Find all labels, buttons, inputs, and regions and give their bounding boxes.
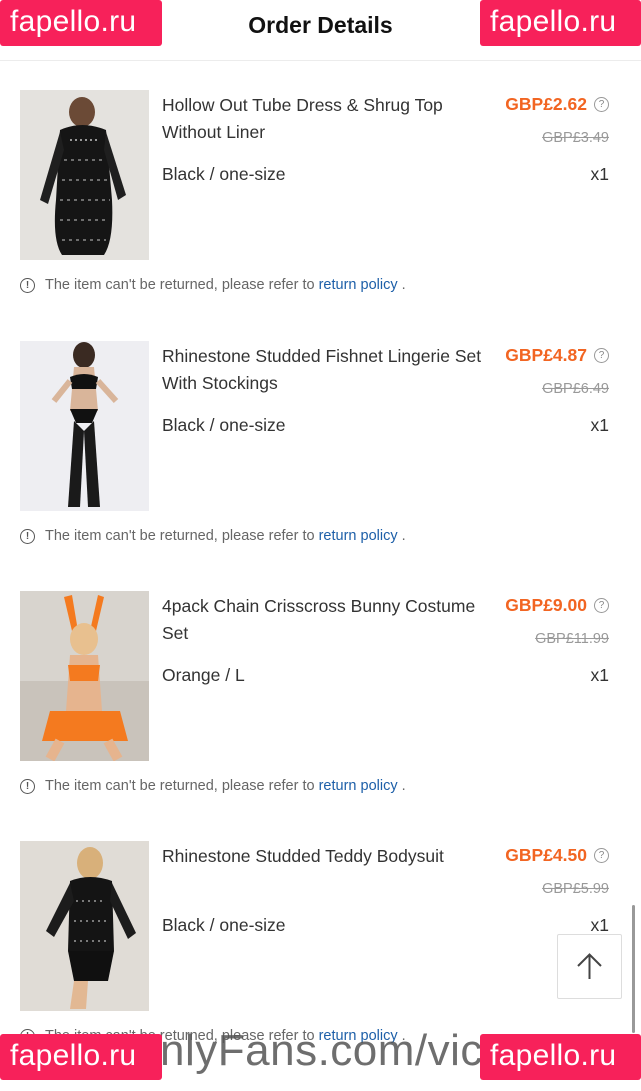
warning-icon: !	[20, 529, 35, 544]
return-notice-text: The item can't be returned, please refer…	[45, 277, 315, 293]
product-quantity: x1	[590, 164, 609, 184]
return-policy-link[interactable]: return policy	[319, 528, 398, 544]
back-to-top-button[interactable]	[557, 934, 622, 999]
original-price: GBP£3.49	[542, 130, 609, 146]
watermark-logo: fapello.ru	[480, 1034, 641, 1080]
product-price: GBP£9.00	[505, 595, 587, 615]
watermark-logo: fapello.ru	[480, 0, 641, 46]
order-item: Rhinestone Studded Fishnet Lingerie Set …	[0, 341, 641, 591]
warning-icon: !	[20, 278, 35, 293]
scrollbar[interactable]	[632, 905, 635, 1033]
original-price: GBP£6.49	[542, 381, 609, 397]
return-notice-end: .	[401, 277, 406, 293]
product-variant: Orange / L	[162, 665, 245, 685]
return-notice-text: The item can't be returned, please refer…	[45, 528, 315, 544]
original-price: GBP£5.99	[542, 881, 609, 897]
return-notice: ! The item can't be returned, please refe…	[20, 528, 406, 544]
product-name[interactable]: Hollow Out Tube Dress & Shrug Top Withou…	[162, 92, 492, 146]
help-icon[interactable]: ?	[594, 598, 609, 613]
order-item: 4pack Chain Crisscross Bunny Costume Set…	[0, 591, 641, 841]
original-price: GBP£11.99	[535, 631, 609, 647]
product-name[interactable]: Rhinestone Studded Teddy Bodysuit	[162, 843, 492, 870]
product-price: GBP£2.62	[505, 94, 587, 114]
product-image[interactable]	[20, 841, 149, 1011]
product-image[interactable]	[20, 591, 149, 761]
product-price: GBP£4.87	[505, 345, 587, 365]
help-icon[interactable]: ?	[594, 97, 609, 112]
product-image[interactable]	[20, 341, 149, 511]
return-notice-end: .	[401, 528, 406, 544]
product-name[interactable]: 4pack Chain Crisscross Bunny Costume Set	[162, 593, 492, 647]
arrow-up-icon	[577, 953, 602, 979]
watermark-logo: fapello.ru	[0, 1034, 162, 1080]
product-quantity: x1	[590, 915, 609, 935]
return-notice-end: .	[401, 778, 406, 794]
product-variant: Black / one-size	[162, 164, 286, 184]
watermark-text: nlyFans.com/vict	[160, 1026, 496, 1075]
product-name[interactable]: Rhinestone Studded Fishnet Lingerie Set …	[162, 343, 492, 397]
product-quantity: x1	[590, 415, 609, 435]
product-quantity: x1	[590, 665, 609, 685]
product-variant: Black / one-size	[162, 415, 286, 435]
product-variant: Black / one-size	[162, 915, 286, 935]
product-price: GBP£4.50	[505, 845, 587, 865]
return-notice-text: The item can't be returned, please refer…	[45, 778, 315, 794]
warning-icon: !	[20, 779, 35, 794]
order-item: Hollow Out Tube Dress & Shrug Top Withou…	[0, 90, 641, 340]
product-image[interactable]	[20, 90, 149, 260]
watermark-logo: fapello.ru	[0, 0, 162, 46]
return-notice: ! The item can't be returned, please refe…	[20, 778, 406, 794]
return-policy-link[interactable]: return policy	[319, 277, 398, 293]
help-icon[interactable]: ?	[594, 348, 609, 363]
help-icon[interactable]: ?	[594, 848, 609, 863]
return-policy-link[interactable]: return policy	[319, 778, 398, 794]
return-notice: ! The item can't be returned, please refe…	[20, 277, 406, 293]
